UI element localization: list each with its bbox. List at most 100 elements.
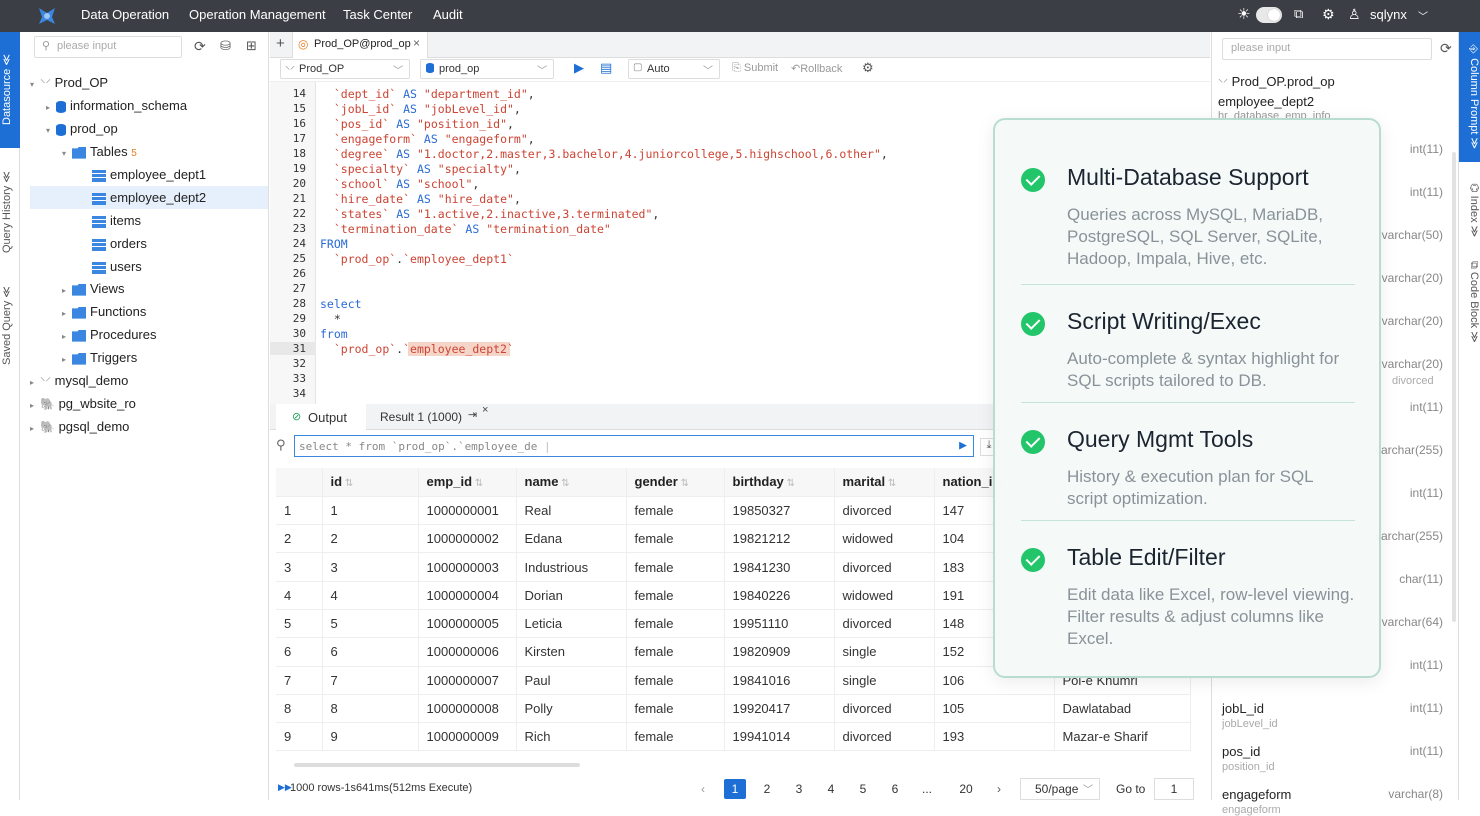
column-header[interactable]: marital ⇅ [834,468,935,497]
page-button[interactable]: 20 [952,779,980,799]
table-cell[interactable]: divorced [834,496,935,526]
sort-icon[interactable]: ⇅ [472,478,483,489]
nav-operation-management[interactable]: Operation Management [189,7,326,22]
sort-icon[interactable]: ⇅ [885,478,896,489]
folder-add-icon[interactable]: ⊞ [246,38,257,54]
rail-tab-code-block[interactable]: ⧉ Code Block ≫ [1459,252,1480,352]
table-cell[interactable]: female [626,722,725,752]
table-cell[interactable]: 7 [322,666,419,695]
settings-icon[interactable]: ⚙ [862,60,874,76]
table-cell[interactable]: female [626,496,725,526]
column-header[interactable]: gender ⇅ [626,468,725,497]
column-header[interactable]: emp_id ⇅ [418,468,517,497]
tree-db-information-schema[interactable]: ▸ information_schema [46,94,187,117]
add-tab-button[interactable]: + [276,35,285,52]
page-button[interactable]: 5 [852,779,874,799]
table-cell[interactable]: divorced [834,694,935,724]
table-cell[interactable]: female [626,609,725,639]
table-cell[interactable]: 1 [322,496,419,526]
table-cell[interactable]: divorced [834,552,935,582]
nav-task-center[interactable]: Task Center [343,7,412,22]
rail-tab-saved-query[interactable]: Saved Query ≪ [0,276,20,376]
table-cell[interactable]: Real [516,496,627,526]
table-cell[interactable]: 105 [934,694,1055,724]
column-header[interactable]: id ⇅ [322,468,419,497]
rail-tab-column-prompt[interactable]: ⎆ Column Prompt ≫ [1459,32,1480,162]
table-cell[interactable]: single [834,637,935,667]
tree-table-employee-dept2[interactable]: employee_dept2 [30,186,268,209]
column-search-input[interactable]: please input [1222,38,1432,60]
sort-icon[interactable]: ⇅ [342,478,353,489]
table-cell[interactable]: 19951110 [724,609,835,639]
table-cell[interactable]: 1000000007 [418,666,517,695]
table-cell[interactable]: female [626,637,725,667]
tree-table-users[interactable]: users [92,255,142,278]
table-cell[interactable]: 1000000003 [418,552,517,582]
tree-folder-views[interactable]: ▸ Views [62,277,124,300]
vertical-scrollbar[interactable] [1452,152,1456,622]
tree-folder-procedures[interactable]: ▸ Procedures [62,323,156,346]
row-index-cell[interactable]: 4 [276,581,323,610]
tree-table-items[interactable]: items [92,209,141,232]
row-index-cell[interactable]: 5 [276,609,323,639]
nav-data-operation[interactable]: Data Operation [81,7,169,22]
table-cell[interactable]: 1000000004 [418,581,517,610]
table-cell[interactable]: divorced [834,609,935,639]
run-icon[interactable]: ▶ [959,438,967,453]
table-row[interactable]: 8 8 1000000008 Polly female 19920417 divorced 1… [276,694,1191,724]
page-button[interactable]: 3 [788,779,810,799]
pin-icon[interactable]: ⇥ [468,408,477,421]
table-cell[interactable]: female [626,666,725,695]
tree-db-prod-op[interactable]: ▾ prod_op [46,117,118,140]
tree-table-orders[interactable]: orders [92,232,147,255]
tab-output[interactable]: ⊘ Output [276,404,366,430]
connection-select[interactable]: ⸌⸍ Prod_OP ﹀ [280,59,410,79]
table-cell[interactable]: 19941014 [724,722,835,752]
table-cell[interactable]: 8 [322,694,419,724]
row-index-cell[interactable]: 3 [276,552,323,582]
table-cell[interactable]: Edana [516,524,627,554]
theme-toggle[interactable] [1256,7,1282,23]
page-button[interactable]: 4 [820,779,842,799]
table-cell[interactable]: Polly [516,694,627,724]
column-header[interactable]: name ⇅ [516,468,627,497]
tree-folder-tables[interactable]: ▾ Tables 5 [62,140,137,163]
table-cell[interactable]: 2 [322,524,419,554]
chevron-down-icon[interactable]: ﹀ [1418,8,1428,23]
sort-icon[interactable]: ⇅ [558,478,569,489]
table-row[interactable]: 9 9 1000000009 Rich female 19941014 divorced 19… [276,722,1191,752]
page-button[interactable]: 1 [724,779,746,799]
table-cell[interactable]: 9 [322,722,419,752]
table-cell[interactable]: Kirsten [516,637,627,667]
row-index-cell[interactable]: 6 [276,637,323,667]
table-cell[interactable]: Dorian [516,581,627,610]
table-cell[interactable]: 1000000009 [418,722,517,752]
row-index-cell[interactable]: 8 [276,694,323,724]
tree-conn-mysql-demo[interactable]: ▸ ⸌⸍ mysql_demo [30,369,128,392]
database-select[interactable]: prod_op ﹀ [420,59,554,79]
table-cell[interactable]: Paul [516,666,627,695]
sidebar-search-input[interactable]: ⚲ please input [34,36,182,58]
horizontal-scrollbar[interactable] [294,763,580,767]
refresh-icon[interactable]: ⟳ [1440,40,1452,57]
tree-conn-pg-wbsite-ro[interactable]: ▸ 🐘 pg_wbsite_ro [30,392,136,415]
search-icon[interactable]: ⚲ [276,437,286,453]
row-index-cell[interactable]: 1 [276,496,323,526]
commit-mode-select[interactable]: ▢ Auto ﹀ [628,59,720,79]
table-cell[interactable]: 1000000005 [418,609,517,639]
column-header[interactable]: birthday ⇅ [724,468,835,497]
table-cell[interactable]: 1000000006 [418,637,517,667]
table-cell[interactable]: 19821212 [724,524,835,554]
table-cell[interactable]: female [626,552,725,582]
table-cell[interactable]: female [626,524,725,554]
table-cell[interactable]: Rich [516,722,627,752]
rail-tab-datasource[interactable]: Datasource ≪ [0,32,20,148]
table-cell[interactable]: widowed [834,524,935,554]
table-cell[interactable]: widowed [834,581,935,610]
username[interactable]: sqlynx [1370,7,1407,22]
column-item[interactable]: jobL_id int(11) jobLevel_id [1222,701,1447,730]
nav-audit[interactable]: Audit [433,7,463,22]
tree-folder-functions[interactable]: ▸ Functions [62,300,146,323]
app-logo-icon[interactable] [36,5,58,27]
close-tab-icon[interactable]: × [413,36,420,50]
